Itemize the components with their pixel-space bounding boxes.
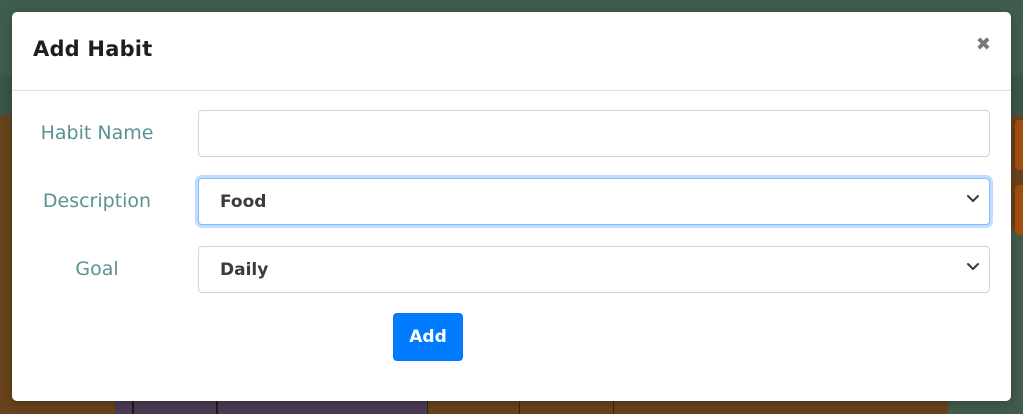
description-selected-value: Food <box>220 192 267 212</box>
add-button[interactable]: Add <box>393 313 463 361</box>
goal-row: Goal Daily <box>12 246 1011 294</box>
goal-label: Goal <box>75 258 119 280</box>
goal-select[interactable]: Daily <box>198 246 990 293</box>
add-habit-modal: Add Habit ✖ Habit Name Description Food … <box>12 12 1011 401</box>
modal-header: Add Habit ✖ <box>12 12 1011 91</box>
habit-name-label: Habit Name <box>40 122 154 144</box>
goal-selected-value: Daily <box>220 260 269 280</box>
chevron-down-icon <box>967 195 979 202</box>
description-select[interactable]: Food <box>198 178 990 225</box>
description-row: Description Food <box>12 178 1011 226</box>
close-icon[interactable]: ✖ <box>976 36 991 54</box>
modal-title: Add Habit <box>33 37 153 61</box>
description-label: Description <box>42 190 152 212</box>
chevron-down-icon <box>967 263 979 270</box>
habit-name-input[interactable] <box>198 110 990 157</box>
habit-name-row: Habit Name <box>12 110 1011 158</box>
